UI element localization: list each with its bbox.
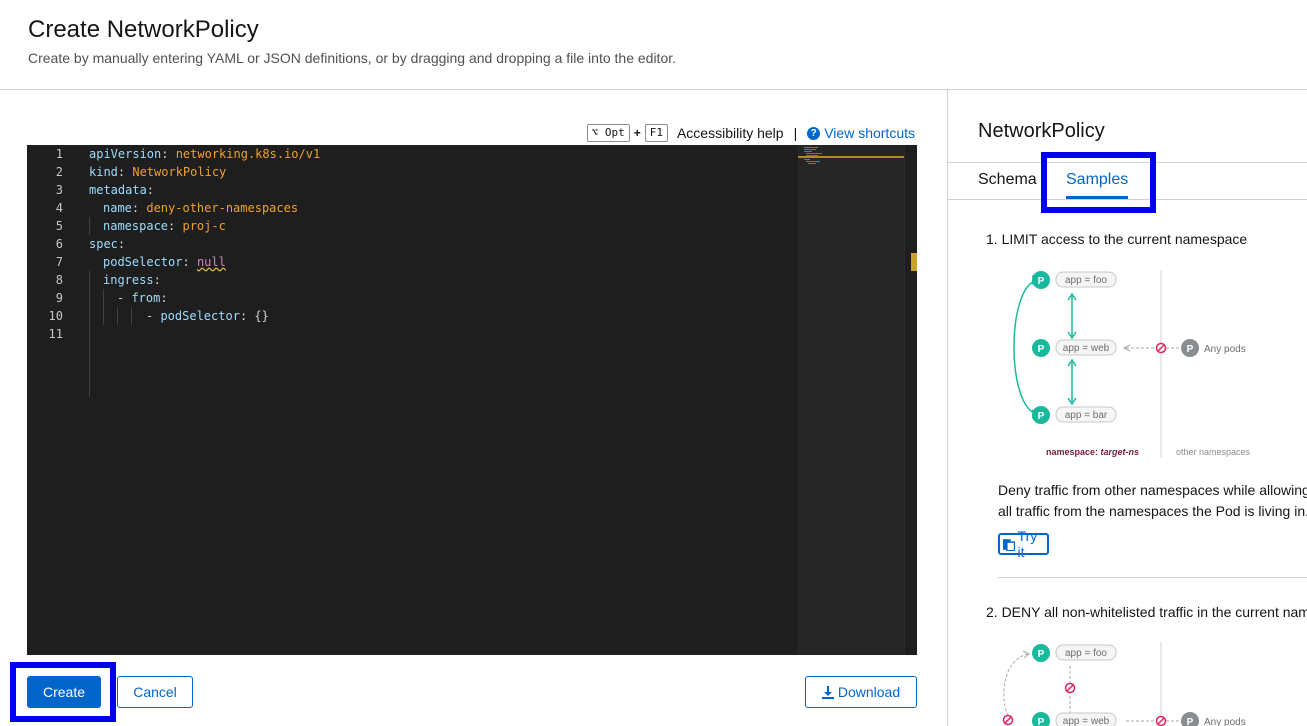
code-line: namespace: proj-c: [103, 219, 226, 233]
line-number: 1: [55, 147, 63, 161]
code-line: apiVersion: networking.k8s.io/v1: [89, 147, 321, 161]
line-number-gutter: 1 2 3 4 5 6 7 8 9 10 11: [27, 145, 89, 655]
code-line: kind: NetworkPolicy: [89, 165, 227, 179]
code-editor[interactable]: 1 2 3 4 5 6 7 8 9 10 11 apiVersion: netw…: [27, 145, 917, 655]
svg-text:P: P: [1038, 717, 1045, 726]
sample-divider: [998, 577, 1307, 578]
code-line: ingress:: [103, 273, 161, 287]
line-number: 5: [55, 219, 63, 233]
code-line: name: deny-other-namespaces: [103, 201, 299, 215]
svg-text:Any pods: Any pods: [1204, 344, 1246, 355]
svg-text:P: P: [1038, 411, 1045, 422]
paste-icon: [1003, 538, 1015, 551]
code-line: metadata:: [89, 183, 155, 197]
svg-text:other namespaces: other namespaces: [1176, 447, 1251, 457]
plus-sign: +: [633, 126, 641, 140]
svg-text:P: P: [1038, 344, 1045, 355]
opt-key: ⌥ Opt: [586, 124, 630, 142]
svg-text:P: P: [1038, 276, 1045, 287]
sample-title: 2. DENY all non-whitelisted traffic in t…: [986, 604, 1307, 620]
code-text[interactable]: apiVersion: networking.k8s.io/v1 kind: N…: [89, 145, 798, 655]
code-line: - from:: [117, 291, 168, 305]
page-header: Create NetworkPolicy Create by manually …: [0, 0, 1307, 90]
accessibility-help-label: Accessibility help: [676, 125, 784, 141]
code-line: - podSelector: {}: [146, 309, 269, 323]
svg-text:app = web: app = web: [1063, 343, 1110, 354]
page-title: Create NetworkPolicy: [28, 16, 259, 43]
line-number: 8: [55, 273, 63, 287]
try-it-label: Try it: [1017, 528, 1038, 560]
svg-text:P: P: [1187, 344, 1194, 355]
warning-marker: [911, 253, 917, 271]
code-line: podSelector: null: [103, 255, 226, 269]
tab-schema[interactable]: Schema: [978, 171, 1037, 189]
f1-key: F1: [644, 124, 668, 142]
svg-text:app = foo: app = foo: [1065, 275, 1107, 286]
view-shortcuts-label: View shortcuts: [824, 125, 915, 141]
svg-text:app = bar: app = bar: [1065, 410, 1108, 421]
line-number: 9: [55, 291, 63, 305]
sample-title: 1. LIMIT access to the current namespace: [986, 231, 1248, 247]
sidebar-panel: NetworkPolicy Schema Samples 1. LIMIT ac…: [947, 90, 1307, 726]
sidebar-title: NetworkPolicy: [978, 120, 1105, 142]
svg-text:P: P: [1187, 717, 1194, 726]
download-icon: [821, 685, 834, 699]
editor-scrollbar[interactable]: [904, 145, 917, 655]
toolbar-separator: |: [793, 125, 798, 141]
line-number: 11: [48, 327, 63, 341]
download-button[interactable]: Download: [805, 676, 917, 708]
page-subtitle: Create by manually entering YAML or JSON…: [28, 50, 677, 66]
line-number: 3: [55, 183, 63, 197]
svg-text:app = foo: app = foo: [1065, 648, 1107, 659]
question-circle-icon: ?: [807, 126, 821, 140]
view-shortcuts-link[interactable]: ? View shortcuts: [807, 125, 915, 141]
create-button[interactable]: Create: [27, 676, 101, 708]
svg-text:namespace: target-ns: namespace: target-ns: [1046, 447, 1139, 457]
line-number: 2: [55, 165, 63, 179]
line-number: 7: [55, 255, 63, 269]
sample-2-diagram: P app = foo P app = web P Any pods: [1002, 642, 1246, 726]
svg-text:P: P: [1038, 649, 1045, 660]
line-number: 10: [48, 309, 63, 323]
yaml-editor-area: ⌥ Opt + F1 Accessibility help | ? View s…: [0, 91, 947, 726]
svg-text:app = web: app = web: [1063, 716, 1110, 726]
line-number: 4: [55, 201, 63, 215]
download-label: Download: [837, 684, 901, 700]
editor-minimap[interactable]: [798, 145, 904, 655]
samples-tab-highlight: [1041, 152, 1156, 213]
line-number: 6: [55, 237, 63, 251]
sample-description: Deny traffic from other namespaces while…: [998, 482, 1307, 519]
svg-text:Any pods: Any pods: [1204, 717, 1246, 726]
try-it-button[interactable]: Try it: [998, 528, 1049, 560]
null-value-warning: null: [196, 255, 226, 269]
editor-toolbar: ⌥ Opt + F1 Accessibility help | ? View s…: [586, 124, 915, 142]
cancel-button[interactable]: Cancel: [117, 676, 193, 708]
code-line: spec:: [89, 237, 126, 251]
sample-1-diagram: P app = foo P app = web P app = bar P An…: [1013, 270, 1251, 458]
